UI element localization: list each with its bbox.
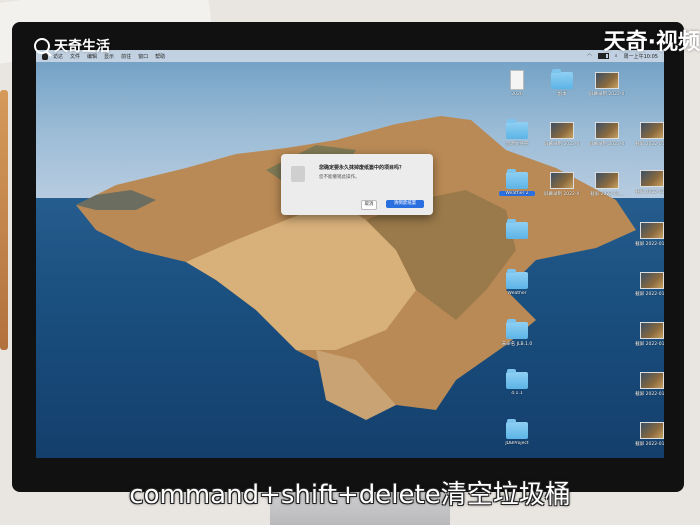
screenshot-icon xyxy=(595,172,619,189)
watermark-top-right: 天奇·视频 xyxy=(603,30,700,55)
watermark-top-left: 天奇生活 xyxy=(34,36,110,56)
desktop-icon-label: 未命名 JLB.1.0 xyxy=(501,342,533,347)
screenshot-icon xyxy=(550,172,574,189)
folder-icon xyxy=(506,119,528,139)
screenshot-icon xyxy=(640,170,664,187)
desktop-icon[interactable]: 截屏 2022-01... xyxy=(634,170,664,195)
desktop-icon[interactable]: 截屏 2022-01... xyxy=(589,172,625,197)
screenshot-icon xyxy=(550,122,574,139)
desktop-icon[interactable]: 屏幕录制 2022-01... xyxy=(544,122,580,147)
desktop-icon-label: 屏幕录制 2022-01... xyxy=(544,192,580,197)
desktop-icon[interactable]: Weather xyxy=(499,269,535,296)
desktop-icon-label: 截屏 2022-01... xyxy=(635,442,664,447)
folder-icon xyxy=(506,419,528,439)
desktop-icon-label: 截屏 2022-01... xyxy=(635,190,664,195)
screenshot-icon xyxy=(640,422,664,439)
cancel-button[interactable]: 取消 xyxy=(361,200,377,210)
desktop-icon[interactable]: 2026 xyxy=(499,70,535,97)
desktop-icon[interactable]: 截屏 2022-01... xyxy=(634,122,664,147)
desktop-icon[interactable]: 屏幕录制 2022-01... xyxy=(544,172,580,197)
screenshot-icon xyxy=(640,372,664,389)
desktop-icon[interactable]: 未命名 JLB.1.0 xyxy=(499,319,535,347)
desktop-icon[interactable]: 副本 xyxy=(544,69,580,97)
folder-icon xyxy=(551,69,573,89)
desktop-icon[interactable]: JDBProject xyxy=(499,419,535,446)
desktop-icon-label: 屏幕录制 2022-01... xyxy=(589,142,625,147)
desktop-icon-label: JDBProject xyxy=(505,441,529,446)
wallpaper-island xyxy=(76,116,636,420)
folder-icon xyxy=(506,269,528,289)
watermark-text: 天奇生活 xyxy=(54,39,110,55)
dialog-message: 您不能撤销此操作。 xyxy=(319,175,360,180)
desktop-icon-label: 副本 xyxy=(557,92,567,97)
screenshot-icon xyxy=(640,272,664,289)
screenshot-icon xyxy=(640,222,664,239)
folder-icon xyxy=(506,369,528,389)
desktop-icon-label: Weather xyxy=(507,291,527,296)
desktop-icon[interactable] xyxy=(499,219,535,241)
desktop-icon-label: 截屏 2022-01... xyxy=(635,142,664,147)
menu-item-help[interactable]: 帮助 xyxy=(155,53,165,60)
desktop-screen: 访达 文件 编辑 显示 前往 窗口 帮助 ◠ ⌕ 周一上午10:05 您确定要永… xyxy=(36,50,664,458)
menu-item-window[interactable]: 窗口 xyxy=(138,53,148,60)
desktop-icon-label: Weather 2 xyxy=(499,191,535,196)
desktop-icon-label: 屏幕录制 2022-01... xyxy=(589,92,625,97)
desktop-icon-label: 截屏 2022-01... xyxy=(635,292,664,297)
video-subtitle: command+shift+delete清空垃圾桶 xyxy=(129,480,571,510)
folder-icon xyxy=(506,169,528,189)
dialog-title: 您确定要永久抹掉废纸篓中的项目吗？ xyxy=(319,165,405,171)
desktop-icon[interactable]: 截屏 2022-01... xyxy=(634,322,664,347)
trash-icon xyxy=(291,166,305,182)
folder-icon xyxy=(506,219,528,239)
screenshot-icon xyxy=(595,122,619,139)
desk-pencil xyxy=(0,90,8,350)
desktop-icon[interactable]: 截屏 2022-01... xyxy=(634,372,664,397)
desktop-icon[interactable]: 4.1.1 xyxy=(499,369,535,396)
desktop-icon-label: 截屏 2022-01... xyxy=(635,342,664,347)
menu-bar: 访达 文件 编辑 显示 前往 窗口 帮助 ◠ ⌕ 周一上午10:05 xyxy=(36,50,664,62)
desktop-icon-label: 4.1.1 xyxy=(511,391,523,396)
search-logo-icon xyxy=(34,38,50,54)
screenshot-icon xyxy=(640,322,664,339)
folder-icon xyxy=(506,319,528,339)
desktop-icon-label: 屏幕录制 2022-01... xyxy=(544,142,580,147)
desktop-icon-label: 截屏 2022-01... xyxy=(635,242,664,247)
wifi-icon[interactable]: ◠ xyxy=(587,53,591,59)
desktop-icon-label: 2026 xyxy=(511,92,523,97)
desktop-icon[interactable]: 屏幕录制 2022-01... xyxy=(589,72,625,97)
desktop-icon[interactable]: 屏幕录制 2022-01... xyxy=(589,122,625,147)
empty-trash-dialog: 您确定要永久抹掉废纸篓中的项目吗？ 您不能撤销此操作。 取消 清倒废纸篓 xyxy=(281,154,433,215)
screenshot-icon xyxy=(640,122,664,139)
screenshot-icon xyxy=(595,72,619,89)
desktop-icon[interactable]: 截屏 2022-01... xyxy=(634,422,664,447)
desktop-icon[interactable]: 截屏 2022-01... xyxy=(634,272,664,297)
desktop-icon[interactable]: 截屏 2022-01... xyxy=(634,222,664,247)
document-icon xyxy=(510,70,524,90)
desktop-icon-label: 新建文件夹 xyxy=(505,142,529,147)
desktop-icon[interactable]: Weather 2 xyxy=(499,169,535,196)
desktop-icon-label: 截屏 2022-01... xyxy=(635,392,664,397)
desktop-icon-label: 截屏 2022-01... xyxy=(590,192,624,197)
desktop-icon[interactable]: 新建文件夹 xyxy=(499,119,535,147)
menu-item-go[interactable]: 前往 xyxy=(121,53,131,60)
empty-trash-button[interactable]: 清倒废纸篓 xyxy=(386,200,424,208)
